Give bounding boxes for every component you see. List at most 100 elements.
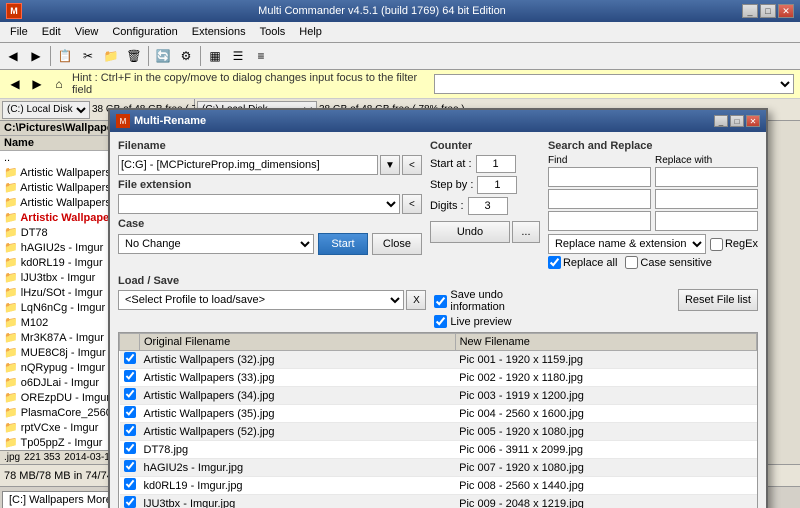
hint-combo[interactable] [434, 74, 794, 94]
case-combo[interactable]: No Change UPPER CASE lower case Title Ca… [118, 234, 314, 254]
checkbox-section: Save undo information Live preview [434, 275, 544, 328]
counter-label: Counter [430, 140, 540, 152]
digits-input[interactable] [468, 197, 508, 215]
row-new: Pic 004 - 2560 x 1600.jpg [455, 405, 756, 423]
move-button[interactable]: ✂ [77, 45, 99, 67]
regex-checkbox[interactable] [710, 238, 723, 251]
row-original: Artistic Wallpapers (32).jpg [140, 351, 456, 369]
menu-edit[interactable]: Edit [36, 24, 67, 40]
close-button[interactable]: ✕ [778, 4, 794, 18]
row-checkbox[interactable] [120, 423, 140, 441]
find-input-2[interactable] [548, 189, 651, 209]
file-table-container: Original Filename New Filename Artistic … [118, 332, 758, 508]
start-button[interactable]: Start [318, 233, 368, 255]
dialog-maximize[interactable]: □ [730, 115, 744, 127]
hint-home[interactable]: ⌂ [50, 75, 68, 93]
table-row[interactable]: Artistic Wallpapers (52).jpg Pic 005 - 1… [120, 423, 757, 441]
newfolder-button[interactable]: 📁 [100, 45, 122, 67]
refresh-button[interactable]: 🔄 [152, 45, 174, 67]
row-checkbox[interactable] [120, 477, 140, 495]
row-checkbox[interactable] [120, 441, 140, 459]
replace-input-1[interactable] [655, 167, 758, 187]
dialog-minimize[interactable]: _ [714, 115, 728, 127]
row-new: Pic 003 - 1919 x 1200.jpg [455, 387, 756, 405]
menu-help[interactable]: Help [293, 24, 328, 40]
dialog-icon: M [116, 114, 130, 128]
toolbar-separator-1 [50, 46, 51, 66]
close-button[interactable]: Close [372, 233, 422, 255]
start-input[interactable] [476, 155, 516, 173]
minimize-button[interactable]: _ [742, 4, 758, 18]
dialog-title: Multi-Rename [134, 115, 206, 127]
settings-button[interactable]: ⚙ [175, 45, 197, 67]
table-row[interactable]: hAGIU2s - Imgur.jpg Pic 007 - 1920 x 108… [120, 459, 757, 477]
menu-configuration[interactable]: Configuration [106, 24, 183, 40]
hint-back[interactable]: ◀ [6, 75, 24, 93]
table-row[interactable]: Artistic Wallpapers (35).jpg Pic 004 - 2… [120, 405, 757, 423]
row-original: Artistic Wallpapers (35).jpg [140, 405, 456, 423]
extension-combo[interactable] [118, 194, 400, 214]
reset-button[interactable]: Reset File list [678, 289, 758, 311]
filename-input[interactable] [118, 155, 378, 175]
extension-clear-btn[interactable]: < [402, 194, 422, 214]
filename-clear-btn[interactable]: < [402, 155, 422, 175]
replace-all-label: Replace all [548, 256, 617, 269]
back-button[interactable]: ◀ [2, 45, 24, 67]
row-checkbox[interactable] [120, 387, 140, 405]
menu-extensions[interactable]: Extensions [186, 24, 252, 40]
delete-button[interactable]: 🗑 [123, 45, 145, 67]
tab-wallpapers-more[interactable]: [C:] Wallpapers More [2, 491, 119, 508]
row-checkbox[interactable] [120, 351, 140, 369]
app-title: Multi Commander v4.5.1 (build 1769) 64 b… [22, 5, 742, 17]
case-sensitive-checkbox[interactable] [625, 256, 638, 269]
copy-button[interactable]: 📋 [54, 45, 76, 67]
undo-button[interactable]: Undo [430, 221, 510, 243]
detail-icon[interactable]: ≡ [250, 45, 272, 67]
load-save-combo[interactable]: <Select Profile to load/save> [118, 290, 404, 310]
case-sensitive-label: Case sensitive [625, 256, 712, 269]
row-new: Pic 006 - 3911 x 2099.jpg [455, 441, 756, 459]
menu-view[interactable]: View [69, 24, 105, 40]
row-new: Pic 005 - 1920 x 1080.jpg [455, 423, 756, 441]
hint-forward[interactable]: ▶ [28, 75, 46, 93]
extension-label: File extension [118, 179, 422, 191]
row-checkbox[interactable] [120, 369, 140, 387]
row-checkbox[interactable] [120, 405, 140, 423]
view-icon[interactable]: ▦ [204, 45, 226, 67]
menu-file[interactable]: File [4, 24, 34, 40]
find-input-3[interactable] [548, 211, 651, 231]
filename-section: Filename ▼ < File extension < Case N [118, 140, 422, 269]
left-file-size: 221 353 [24, 452, 60, 463]
toolbar: ◀ ▶ 📋 ✂ 📁 🗑 🔄 ⚙ ▦ ☰ ≡ [0, 43, 800, 70]
maximize-button[interactable]: □ [760, 4, 776, 18]
row-checkbox[interactable] [120, 459, 140, 477]
table-row[interactable]: kd0RL19 - Imgur.jpg Pic 008 - 2560 x 144… [120, 477, 757, 495]
start-label: Start at : [430, 158, 472, 170]
table-row[interactable]: DT78.jpg Pic 006 - 3911 x 2099.jpg [120, 441, 757, 459]
replace-type-combo[interactable]: Replace name & extension [548, 234, 706, 254]
left-drive-combo[interactable]: (C:) Local Disk [2, 101, 90, 119]
more-button[interactable]: ... [512, 221, 540, 243]
save-undo-checkbox[interactable] [434, 295, 447, 308]
table-row[interactable]: Artistic Wallpapers (34).jpg Pic 003 - 1… [120, 387, 757, 405]
file-table: Original Filename New Filename Artistic … [119, 333, 757, 508]
table-row[interactable]: Artistic Wallpapers (33).jpg Pic 002 - 1… [120, 369, 757, 387]
forward-button[interactable]: ▶ [25, 45, 47, 67]
replace-input-2[interactable] [655, 189, 758, 209]
toolbar-separator-3 [200, 46, 201, 66]
row-new: Pic 007 - 1920 x 1080.jpg [455, 459, 756, 477]
filename-insert-btn[interactable]: ▼ [380, 155, 400, 175]
replace-all-checkbox[interactable] [548, 256, 561, 269]
left-file-ext: .jpg [4, 452, 20, 463]
search-replace-section: Search and Replace Find Replace with [548, 140, 758, 269]
load-save-clear-btn[interactable]: X [406, 290, 426, 310]
menu-tools[interactable]: Tools [254, 24, 292, 40]
step-input[interactable] [477, 176, 517, 194]
live-preview-checkbox[interactable] [434, 315, 447, 328]
list-icon[interactable]: ☰ [227, 45, 249, 67]
find-input-1[interactable] [548, 167, 651, 187]
dialog-close[interactable]: ✕ [746, 115, 760, 127]
replace-input-3[interactable] [655, 211, 758, 231]
step-label: Step by : [430, 179, 473, 191]
table-row[interactable]: Artistic Wallpapers (32).jpg Pic 001 - 1… [120, 351, 757, 369]
